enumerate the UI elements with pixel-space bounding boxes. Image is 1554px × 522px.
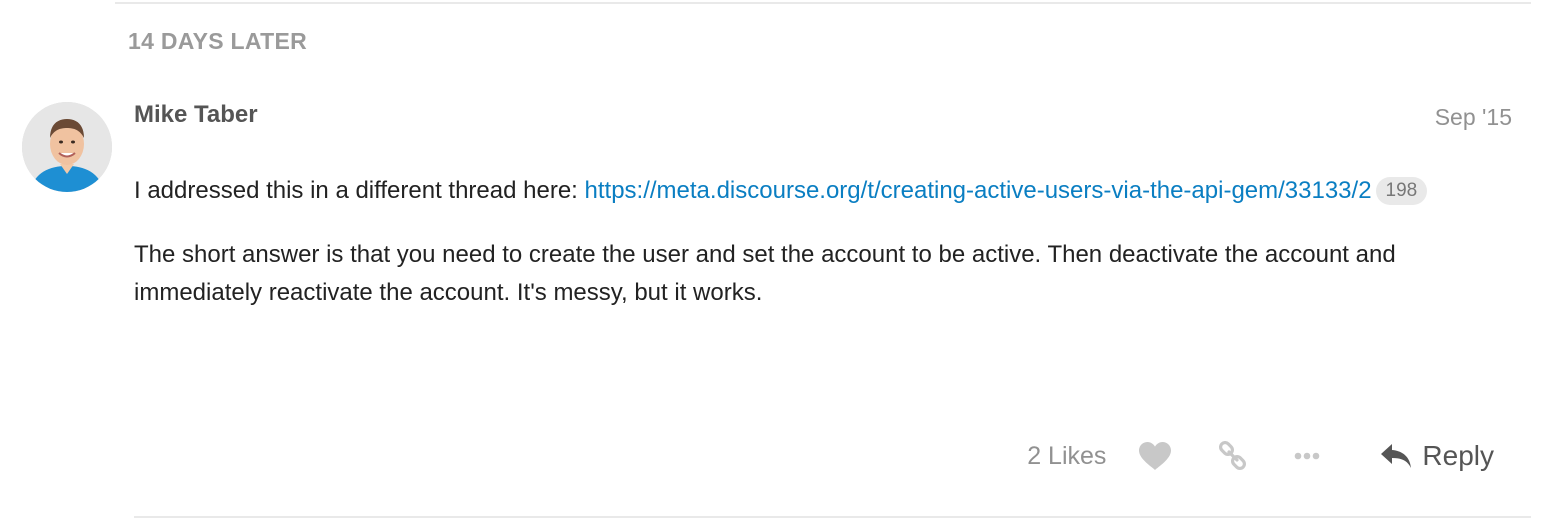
thread-link[interactable]: https://meta.discourse.org/t/creating-ac… [585,177,1372,204]
likes-count[interactable]: 2 Likes [1027,442,1106,471]
top-divider [115,2,1531,4]
reply-arrow-icon [1381,444,1412,468]
post-date[interactable]: Sep '15 [1435,104,1512,131]
author-avatar[interactable] [22,102,112,192]
heart-icon [1139,442,1172,470]
time-gap-label: 14 DAYS LATER [128,28,308,54]
bottom-divider [134,516,1531,518]
reply-button[interactable]: Reply [1380,440,1494,472]
paragraph-text: I addressed this in a different thread h… [134,177,585,204]
share-link-button[interactable] [1218,441,1248,471]
post-paragraph: I addressed this in a different thread h… [134,172,1464,210]
author-name[interactable]: Mike Taber [134,101,258,129]
post-body: I addressed this in a different thread h… [134,172,1464,312]
post-actions: 2 Likes Reply [1027,432,1494,480]
link-icon [1219,441,1247,471]
user-avatar-icon [22,102,112,192]
post-paragraph: The short answer is that you need to cre… [134,241,1396,306]
ellipsis-icon [1295,452,1320,460]
reply-label: Reply [1422,440,1494,471]
more-actions-button[interactable] [1294,452,1320,460]
like-button[interactable] [1138,441,1172,471]
link-click-count-badge: 198 [1375,177,1428,205]
